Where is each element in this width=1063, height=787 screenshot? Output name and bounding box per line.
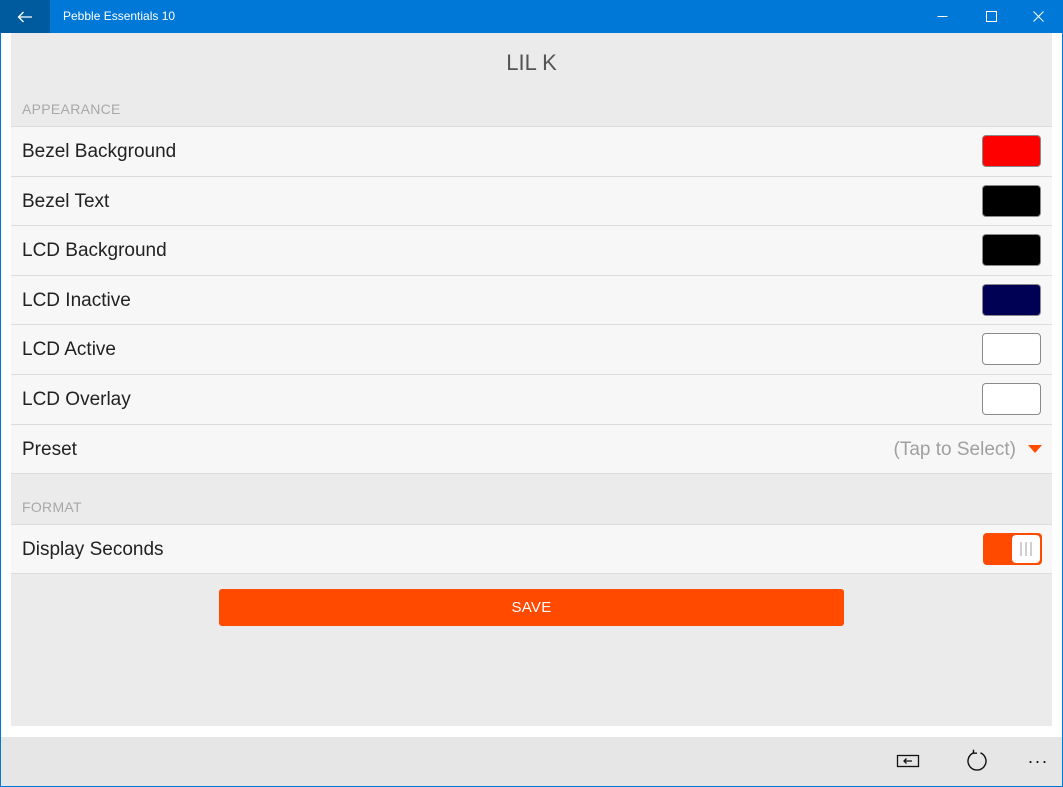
more-icon[interactable]: ···: [1024, 747, 1052, 775]
setting-row-display-seconds[interactable]: Display Seconds: [11, 524, 1052, 574]
setting-label: LCD Background: [22, 240, 167, 261]
app-title: Pebble Essentials 10: [63, 9, 176, 23]
setting-row-lcd-overlay[interactable]: LCD Overlay: [11, 374, 1052, 424]
setting-label: LCD Active: [22, 339, 116, 360]
setting-label: Bezel Text: [22, 191, 110, 212]
divider: [11, 573, 1052, 574]
setting-label: LCD Inactive: [22, 290, 131, 311]
minimize-icon: [937, 16, 947, 17]
color-swatch[interactable]: [982, 284, 1041, 316]
setting-label: Bezel Background: [22, 141, 177, 162]
setting-row-bezel-background[interactable]: Bezel Background: [11, 126, 1052, 176]
section-header-appearance: APPEARANCE: [22, 101, 121, 117]
setting-row-lcd-background[interactable]: LCD Background: [11, 225, 1052, 275]
save-button[interactable]: SAVE: [219, 589, 844, 626]
arrow-left-icon: [17, 11, 32, 22]
close-icon: [1032, 11, 1044, 22]
maximize-button[interactable]: [968, 0, 1014, 33]
setting-row-preset[interactable]: Preset (Tap to Select): [11, 424, 1052, 474]
refresh-icon[interactable]: [963, 747, 991, 775]
color-swatch[interactable]: [982, 135, 1041, 167]
setting-label: Display Seconds: [22, 539, 164, 560]
setting-label: Preset: [22, 439, 77, 460]
toggle-knob[interactable]: [1012, 535, 1040, 563]
maximize-icon: [985, 11, 997, 22]
title-bar: Pebble Essentials 10: [0, 0, 1063, 33]
preset-dropdown-value[interactable]: (Tap to Select): [894, 425, 1017, 474]
divider: [11, 473, 1052, 474]
section-header-format: FORMAT: [22, 499, 82, 515]
settings-panel: LIL K APPEARANCE Bezel Background Bezel …: [11, 33, 1052, 726]
minimize-button[interactable]: [919, 0, 965, 33]
setting-row-lcd-inactive[interactable]: LCD Inactive: [11, 275, 1052, 325]
setting-row-bezel-text[interactable]: Bezel Text: [11, 176, 1052, 226]
display-seconds-toggle[interactable]: [983, 533, 1042, 565]
keyboard-icon[interactable]: [894, 747, 922, 775]
setting-label: LCD Overlay: [22, 389, 131, 410]
back-button[interactable]: [0, 0, 50, 33]
setting-row-lcd-active[interactable]: LCD Active: [11, 324, 1052, 374]
color-swatch[interactable]: [982, 185, 1041, 217]
window-border-left: [0, 33, 1, 787]
caret-down-icon[interactable]: [1028, 445, 1042, 453]
color-swatch[interactable]: [982, 383, 1041, 415]
page-title: LIL K: [506, 50, 557, 75]
color-swatch[interactable]: [982, 234, 1041, 266]
color-swatch[interactable]: [982, 333, 1041, 365]
command-bar: ···: [1, 737, 1062, 786]
close-button[interactable]: [1015, 0, 1061, 33]
